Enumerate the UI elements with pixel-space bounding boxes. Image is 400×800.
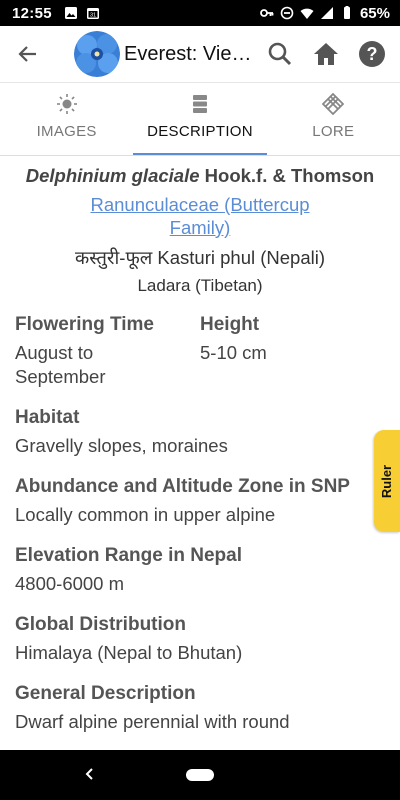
elevation-section: Elevation Range in Nepal 4800-6000 m <box>0 545 400 596</box>
abundance-section: Abundance and Altitude Zone in SNP Local… <box>0 476 400 527</box>
tab-lore-label: LORE <box>312 123 355 140</box>
sun-burst-icon <box>56 94 77 114</box>
server-stack-icon <box>192 95 207 113</box>
help-icon: ? <box>359 41 385 67</box>
flower-avatar <box>74 31 120 77</box>
flower-image <box>74 31 120 77</box>
tab-images[interactable]: IMAGES <box>0 83 133 155</box>
do-not-disturb-icon <box>280 6 294 20</box>
flowering-time-section: Flowering Time August to September <box>15 314 200 389</box>
ruler-tab[interactable]: Ruler <box>374 430 400 532</box>
family-link[interactable]: Ranunculaceae (Buttercup Family) <box>0 193 400 239</box>
tab-lore[interactable]: LORE <box>267 83 400 155</box>
general-description-section: General Description Dwarf alpine perenni… <box>0 683 400 734</box>
battery-percentage: 65% <box>359 4 390 22</box>
tibetan-name: Ladara (Tibetan) <box>137 276 263 295</box>
search-icon <box>268 42 292 66</box>
elevation-label: Elevation Range in Nepal <box>15 545 242 566</box>
svg-text:?: ? <box>367 44 378 64</box>
flowering-time-value: August to September <box>15 342 106 387</box>
wifi-icon <box>300 8 314 19</box>
habitat-value: Gravelly slopes, moraines <box>15 435 228 456</box>
svg-text:31: 31 <box>90 13 96 19</box>
endless-knot-icon <box>322 93 345 115</box>
app-bar: Everest: Vie… ? <box>0 26 400 83</box>
tab-bar: IMAGES DESCRIPTION LORE <box>0 83 400 156</box>
habitat-section: Habitat Gravelly slopes, moraines <box>0 407 400 458</box>
status-time: 12:55 <box>12 4 52 22</box>
help-button[interactable]: ? <box>354 36 390 72</box>
distribution-value: Himalaya (Nepal to Bhutan) <box>15 642 243 663</box>
app-title: Everest: Vie… <box>124 42 252 65</box>
calendar-notification-icon: 31 <box>86 8 99 19</box>
chevron-left-icon <box>85 768 93 780</box>
distribution-section: Global Distribution Himalaya (Nepal to B… <box>0 614 400 665</box>
general-description-value: Dwarf alpine perennial with round <box>15 711 290 732</box>
status-bar: 12:55 31 65% <box>0 0 400 26</box>
abundance-label: Abundance and Altitude Zone in SNP <box>15 476 350 497</box>
nav-home-pill[interactable] <box>186 769 214 781</box>
tab-description[interactable]: DESCRIPTION <box>133 83 267 155</box>
ruler-label: Ruler <box>379 464 395 498</box>
battery-icon <box>343 6 350 19</box>
nav-back-button[interactable] <box>78 762 102 786</box>
arrow-back-icon <box>18 46 36 62</box>
height-value: 5-10 cm <box>200 342 267 363</box>
nepali-name: कस्तुरी-फूल Kasturi phul (Nepali) <box>74 247 326 268</box>
scientific-name: Delphinium glaciale Hook.f. & Thomson <box>0 164 400 188</box>
image-notification-icon <box>64 7 77 19</box>
key-vpn-icon <box>260 9 274 17</box>
home-icon <box>314 43 338 65</box>
back-button[interactable] <box>4 30 52 78</box>
home-button[interactable] <box>308 36 344 72</box>
distribution-label: Global Distribution <box>15 614 186 635</box>
abundance-value: Locally common in upper alpine <box>15 504 276 525</box>
search-button[interactable] <box>262 36 298 72</box>
cell-signal-icon <box>320 7 333 19</box>
tab-description-label: DESCRIPTION <box>147 123 253 140</box>
genus-species: Delphinium glaciale <box>25 165 200 186</box>
elevation-value: 4800-6000 m <box>15 573 125 594</box>
habitat-label: Habitat <box>15 407 80 428</box>
system-nav-bar <box>0 750 400 800</box>
author: Hook.f. & Thomson <box>204 165 375 186</box>
height-label: Height <box>200 314 260 335</box>
flowering-height-row: Flowering Time August to September Heigh… <box>0 314 400 389</box>
tab-images-label: IMAGES <box>36 123 97 140</box>
flowering-time-label: Flowering Time <box>15 314 155 335</box>
description-content[interactable]: Delphinium glaciale Hook.f. & Thomson Ra… <box>0 156 400 750</box>
height-section: Height 5-10 cm <box>200 314 385 389</box>
general-description-label: General Description <box>15 683 196 704</box>
